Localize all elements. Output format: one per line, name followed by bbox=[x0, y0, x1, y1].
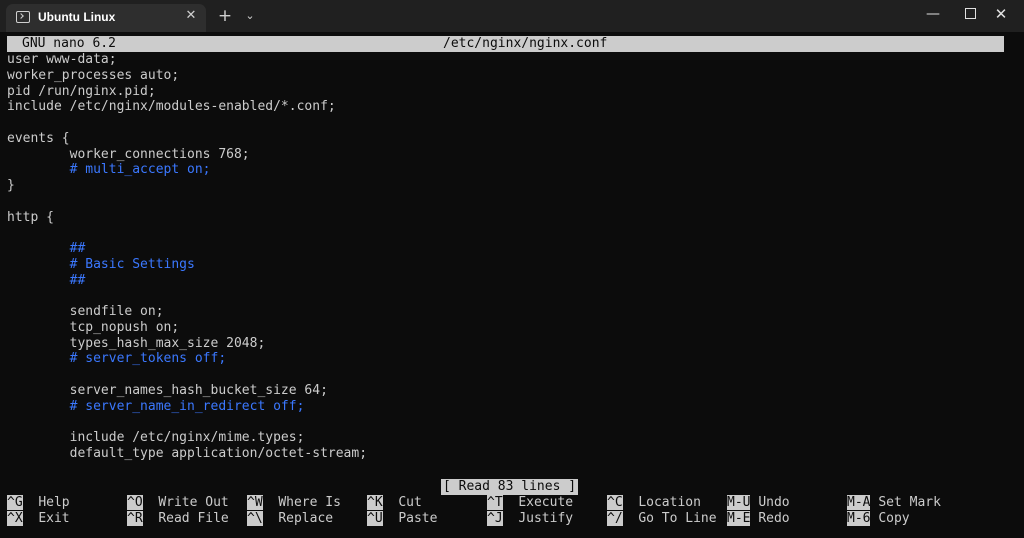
file-name: /etc/nginx/nginx.conf bbox=[443, 36, 608, 51]
shortcut-key: ^X bbox=[7, 511, 23, 526]
shortcut-write-out: ^O Write Out bbox=[127, 495, 229, 511]
shortcut-execute: ^T Execute bbox=[487, 495, 573, 511]
shortcut-where-is: ^W Where Is bbox=[247, 495, 341, 511]
shortcut-label: Cut bbox=[398, 495, 422, 510]
shortcut-key: ^O bbox=[127, 495, 143, 510]
terminal-area[interactable]: GNU nano 6.2 /etc/nginx/nginx.conf user … bbox=[0, 32, 1024, 538]
code-line: events { bbox=[7, 130, 70, 146]
nano-header-bar: GNU nano 6.2 /etc/nginx/nginx.conf bbox=[7, 36, 1004, 52]
shortcut-key: ^C bbox=[607, 495, 623, 510]
shortcut-justify: ^J Justify bbox=[487, 511, 573, 527]
shortcut-key: ^K bbox=[367, 495, 383, 510]
terminal-window: Ubuntu Linux ✕ + ⌄ — ✕ GNU nano 6.2 /etc… bbox=[0, 0, 1024, 538]
shortcut-key: M-E bbox=[727, 511, 751, 526]
chevron-down-icon[interactable]: ⌄ bbox=[242, 6, 258, 26]
shortcut-key: ^T bbox=[487, 495, 503, 510]
shortcut-redo: M-E Redo bbox=[727, 511, 790, 527]
code-line: default_type application/octet-stream; bbox=[7, 445, 368, 461]
shortcut-key: ^\ bbox=[247, 511, 263, 526]
shortcut-key: M-A bbox=[847, 495, 871, 510]
code-line: include /etc/nginx/modules-enabled/*.con… bbox=[7, 99, 336, 115]
shortcut-label: Where Is bbox=[278, 495, 341, 510]
shortcut-label: Redo bbox=[758, 511, 790, 526]
shortcut-label: Set Mark bbox=[878, 495, 941, 510]
tab-title: Ubuntu Linux bbox=[38, 10, 116, 24]
shortcut-copy: M-6 Copy bbox=[847, 511, 910, 527]
nano-version: GNU nano 6.2 bbox=[22, 36, 116, 51]
code-line: include /etc/nginx/mime.types; bbox=[7, 430, 305, 445]
comment-line: # Basic Settings bbox=[7, 256, 195, 272]
comment-line: # server_name_in_redirect off; bbox=[7, 398, 305, 414]
code-line: pid /run/nginx.pid; bbox=[7, 83, 156, 99]
shortcut-label: Help bbox=[38, 495, 70, 510]
shortcut-key: ^R bbox=[127, 511, 143, 526]
code-line: worker_processes auto; bbox=[7, 67, 180, 83]
shortcut-label: Go To Line bbox=[638, 511, 717, 526]
shortcut-cut: ^K Cut bbox=[367, 495, 422, 511]
shortcut-label: Execute bbox=[518, 495, 574, 510]
shortcut-label: Location bbox=[638, 495, 701, 510]
close-window-icon[interactable]: ✕ bbox=[978, 0, 1024, 30]
shortcut-label: Copy bbox=[878, 511, 910, 526]
shortcut-key: ^J bbox=[487, 511, 503, 526]
code-line: sendfile on; bbox=[7, 304, 164, 319]
shortcut-label: Read File bbox=[158, 511, 229, 526]
shortcut-label: Paste bbox=[398, 511, 438, 526]
shortcut-key: ^/ bbox=[607, 511, 623, 526]
shortcut-key: ^W bbox=[247, 495, 263, 510]
shortcut-label: Justify bbox=[518, 511, 574, 526]
status-message: [ Read 83 lines ] bbox=[441, 479, 579, 495]
shortcut-label: Exit bbox=[38, 511, 70, 526]
shortcut-paste: ^U Paste bbox=[367, 511, 437, 527]
shortcut-label: Replace bbox=[278, 511, 334, 526]
shortcut-label: Undo bbox=[758, 495, 790, 510]
shortcut-set-mark: M-A Set Mark bbox=[847, 495, 941, 511]
shortcut-key: ^U bbox=[367, 511, 383, 526]
code-line: types_hash_max_size 2048; bbox=[7, 335, 266, 351]
comment-line: ## bbox=[7, 272, 86, 288]
shortcut-undo: M-U Undo bbox=[727, 495, 790, 511]
shortcut-exit: ^X Exit bbox=[7, 511, 70, 527]
shortcut-read-file: ^R Read File bbox=[127, 511, 229, 527]
code-line: server_names_hash_bucket_size 64; bbox=[7, 382, 328, 398]
code-line: tcp_nopush on; bbox=[7, 319, 180, 335]
shortcut-label: Write Out bbox=[158, 495, 229, 510]
close-tab-icon[interactable]: ✕ bbox=[182, 7, 200, 25]
comment-line: ## bbox=[7, 241, 86, 256]
shortcut-go-to-line: ^/ Go To Line bbox=[607, 511, 717, 527]
code-line: http { bbox=[7, 209, 54, 225]
code-line: user www-data; bbox=[7, 52, 117, 67]
shortcut-key: M-6 bbox=[847, 511, 871, 526]
shortcut-key: M-U bbox=[727, 495, 751, 510]
code-line: worker_connections 768; bbox=[7, 146, 250, 162]
comment-line: # server_tokens off; bbox=[7, 351, 227, 367]
new-tab-icon[interactable]: + bbox=[215, 6, 235, 26]
comment-line: # multi_accept on; bbox=[7, 162, 211, 178]
tab-ubuntu-linux[interactable]: Ubuntu Linux ✕ bbox=[6, 4, 206, 32]
shortcut-key: ^G bbox=[7, 495, 23, 510]
title-bar: Ubuntu Linux ✕ + ⌄ — ✕ bbox=[0, 0, 1024, 32]
code-line: } bbox=[7, 178, 15, 193]
shortcut-help: ^G Help bbox=[7, 495, 70, 511]
shortcut-replace: ^\ Replace bbox=[247, 511, 333, 527]
terminal-icon bbox=[16, 11, 30, 23]
shortcut-location: ^C Location bbox=[607, 495, 701, 511]
editor-buffer[interactable]: user www-data; worker_processes auto; pid … bbox=[7, 52, 367, 462]
